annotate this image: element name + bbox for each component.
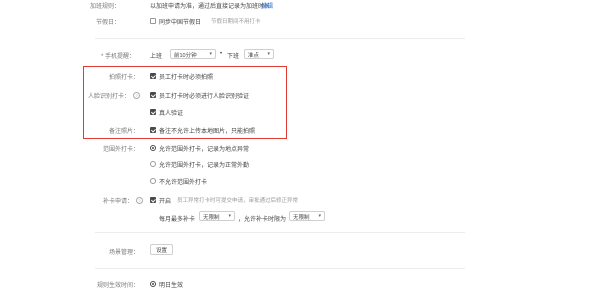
album-label: 备注照片： (108, 129, 139, 135)
face-option-1: 员工打卡时必须进行人脸识别验证 (159, 94, 250, 100)
per-month-value: 无限制 (203, 215, 220, 221)
divider (95, 268, 465, 269)
add-rule-text: 以加班申请为准，通过后直接记录为加班时长 (150, 4, 271, 10)
real-person-checkbox[interactable] (150, 109, 156, 115)
outside-option-2: 允许范围外打卡，记录为正常外勤 (159, 163, 250, 169)
per-month-select[interactable]: 无限制 ▾ (199, 211, 235, 221)
face-label: 人脸识别打卡： (87, 94, 130, 100)
outside-radio-2[interactable] (150, 161, 156, 167)
chevron-down-icon: ▾ (228, 213, 231, 219)
outside-radio-3[interactable] (150, 178, 156, 184)
photo-checkbox[interactable] (150, 73, 156, 79)
divider (95, 38, 465, 39)
holiday-hint: 节假日期间不用打卡 (211, 19, 261, 25)
reminder-off-select[interactable]: 准点 ▾ (244, 49, 274, 59)
face-checkbox[interactable] (150, 92, 156, 98)
supplement-label: 补卡申请： (102, 199, 133, 205)
chevron-down-icon: ▾ (209, 51, 212, 57)
reminder-off-value: 准点 (248, 53, 260, 59)
outside-radio-1[interactable] (150, 145, 156, 151)
outside-option-1: 允许范围外打卡，记录为地点异常 (159, 147, 250, 153)
holiday-label: 节假日： (95, 20, 120, 26)
add-rule-label: 加班规则： (89, 4, 120, 10)
question-icon[interactable]: ? (136, 197, 143, 204)
outside-label: 范围外打卡： (102, 147, 139, 153)
photo-label: 拍照打卡： (108, 75, 139, 81)
days-label: ，允许补卡时限为 (238, 217, 287, 223)
divider (95, 232, 465, 233)
days-value: 无限制 (293, 215, 310, 221)
face-option-2: 真人验证 (159, 111, 184, 117)
settings-button[interactable]: 设置 (150, 244, 174, 255)
days-select[interactable]: 无限制 ▾ (289, 211, 325, 221)
effective-radio[interactable] (150, 281, 156, 287)
supplement-check-label: 开启 (159, 199, 172, 205)
reminder-on-value: 前10分钟 (174, 53, 197, 59)
album-checkbox[interactable] (150, 127, 156, 133)
supplement-hint: 员工异常打卡时可提交申请，审批通过后修正异常 (177, 198, 299, 204)
locations-label: 场景管理： (108, 250, 139, 256)
chevron-down-icon: ▾ (318, 213, 321, 219)
holiday-check-label: 同步中国节假日 (159, 20, 202, 26)
reminder-sep: • (220, 51, 223, 57)
reminder-label: * 手机提醒： (100, 54, 135, 60)
album-option: 备注不允许上传本地图片，只能拍照 (159, 129, 256, 135)
reminder-off-text: 下班 (227, 54, 240, 60)
effective-label: 规则生效时间： (96, 283, 139, 289)
question-icon[interactable]: ? (133, 92, 140, 99)
chevron-down-icon: ▾ (267, 51, 270, 57)
reminder-on-text: 上班 (150, 54, 163, 60)
holiday-checkbox[interactable] (150, 18, 156, 24)
reminder-on-select[interactable]: 前10分钟 ▾ (170, 49, 216, 59)
effective-option: 明日生效 (159, 283, 184, 289)
edit-link[interactable]: 编辑 (261, 1, 273, 10)
photo-option: 员工打卡时必须拍照 (159, 75, 214, 81)
supplement-checkbox[interactable] (150, 197, 156, 203)
per-month-label: 每月最多补卡 (159, 217, 196, 223)
outside-option-3: 不允许范围外打卡 (159, 180, 208, 186)
